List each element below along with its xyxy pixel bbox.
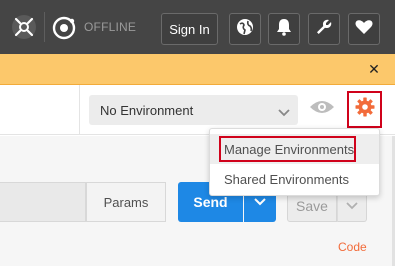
environment-select[interactable]: No Environment — [89, 95, 298, 125]
app-header: OFFLINE Sign In — [0, 0, 395, 54]
notifications-button[interactable] — [268, 13, 300, 45]
menu-item-shared-environments[interactable]: Shared Environments — [210, 164, 379, 194]
settings-button[interactable] — [308, 13, 340, 45]
favorites-button[interactable] — [348, 13, 380, 45]
environment-settings-button[interactable] — [347, 91, 382, 128]
sign-in-button[interactable]: Sign In — [161, 13, 218, 45]
eye-icon[interactable] — [309, 99, 335, 120]
close-icon[interactable]: ✕ — [366, 61, 382, 77]
topbar-divider — [44, 12, 45, 42]
notification-banner: ✕ — [0, 54, 395, 85]
connection-status: OFFLINE — [84, 20, 137, 34]
chevron-down-icon — [346, 197, 358, 215]
environment-select-value: No Environment — [100, 102, 194, 118]
capture-icon[interactable] — [10, 13, 38, 41]
url-input[interactable] — [0, 182, 86, 222]
params-button[interactable]: Params — [86, 182, 166, 222]
heart-icon — [355, 19, 373, 40]
tab-divider — [79, 85, 80, 135]
wrench-icon — [315, 18, 333, 41]
globe-button[interactable] — [229, 13, 261, 45]
sync-icon[interactable] — [50, 14, 77, 41]
bell-icon — [276, 18, 292, 41]
code-link[interactable]: Code — [338, 240, 367, 254]
globe-icon — [236, 18, 254, 41]
chevron-down-icon — [278, 105, 290, 120]
gear-icon — [355, 97, 375, 122]
highlight-box — [219, 136, 356, 162]
